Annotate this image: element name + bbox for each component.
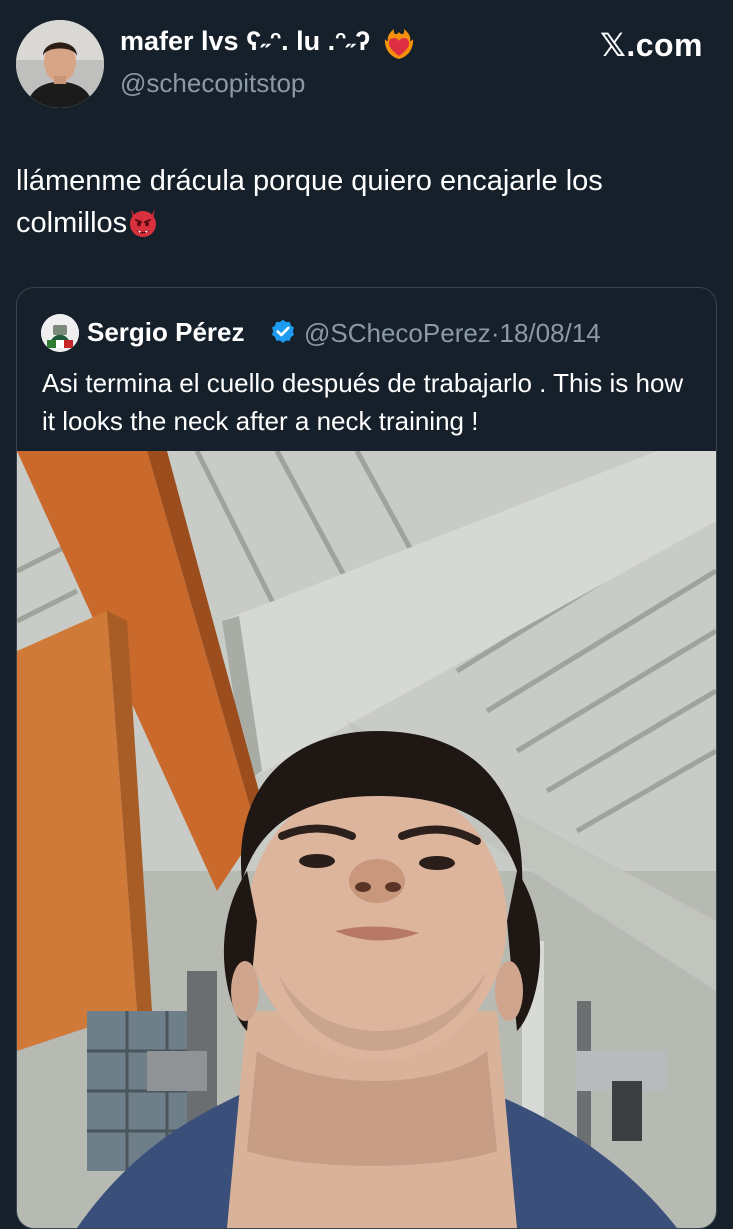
quoted-tweet-text: Asi termina el cuello después de trabaja… — [42, 368, 684, 436]
verified-badge-icon — [269, 318, 297, 346]
user-handle[interactable]: @schecopitstop — [120, 68, 305, 99]
quoted-author-avatar[interactable] — [41, 314, 79, 352]
quoted-author-handle[interactable]: @SChecoPerez — [304, 318, 491, 348]
tweet-screenshot: mafer lvs ʕ˶ᵔ. lu .ᵔ˶ʔ @schecopitstop 𝕏.… — [0, 0, 733, 1229]
profile-avatar[interactable] — [16, 20, 104, 108]
quoted-post-date[interactable]: 18/08/14 — [499, 318, 600, 348]
quoted-tweet-card[interactable]: Sergio Pérez @SChecoPerez·18/08/14 Asi t… — [16, 287, 717, 1229]
quoted-author-meta: @SChecoPerez·18/08/14 — [304, 318, 601, 349]
display-name[interactable]: mafer lvs ʕ˶ᵔ. lu .ᵔ˶ʔ — [120, 26, 370, 57]
angry-devil-icon — [127, 206, 159, 238]
heart-on-fire-icon — [384, 28, 414, 60]
quoted-tweet-photo[interactable] — [17, 451, 716, 1228]
tweet-text: llámenme drácula porque quiero encajarle… — [16, 160, 716, 244]
tweet-body: llámenme drácula porque quiero encajarle… — [16, 165, 603, 239]
x-watermark: 𝕏.com — [600, 27, 703, 63]
quoted-author-name[interactable]: Sergio Pérez — [87, 317, 245, 348]
